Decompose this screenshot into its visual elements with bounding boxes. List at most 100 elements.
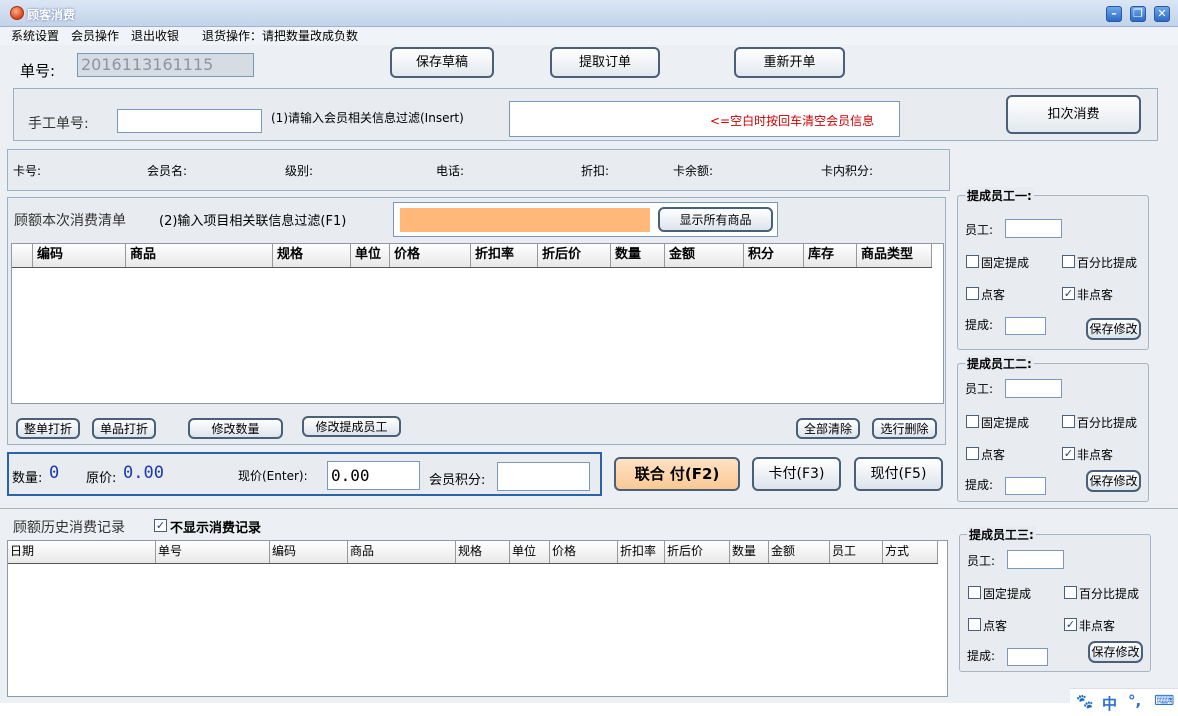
hcol-price[interactable]: 价格 — [550, 541, 618, 563]
orig-price-value: 0.00 — [123, 463, 164, 483]
member-filter-hint: <=空白时按回车清空会员信息 — [710, 114, 875, 128]
col-code[interactable]: 编码 — [33, 244, 126, 267]
history-grid-header: 日期 单号 编码 商品 规格 单位 价格 折扣率 折后价 数量 金额 员工 方式 — [8, 541, 938, 564]
staff-3-percent-checkbox[interactable] — [1064, 586, 1077, 599]
soft-keyboard-icon[interactable]: ⌨ — [1154, 693, 1174, 709]
window-title: 顾客消费 — [27, 8, 76, 22]
hcol-code[interactable]: 编码 — [270, 541, 348, 563]
menu-return-ops[interactable]: 退货操作：请把数量改成负数 — [202, 27, 358, 45]
manual-order-input[interactable] — [117, 109, 262, 133]
edit-qty-button[interactable]: 修改数量 — [188, 418, 283, 439]
staff-3-dian-checkbox[interactable] — [968, 618, 981, 631]
restore-icon[interactable]: ❐ — [1130, 6, 1146, 22]
combined-pay-button[interactable]: 联合 付(F2) — [614, 457, 740, 491]
hide-history-label: 不显示消费记录 — [170, 521, 262, 536]
staff-1-comm-input[interactable] — [1005, 317, 1046, 335]
col-product-type[interactable]: 商品类型 — [857, 244, 932, 267]
close-icon[interactable]: ✕ — [1154, 6, 1170, 22]
staff-3-fei-checkbox[interactable]: ✓ — [1064, 618, 1077, 631]
col-spec[interactable]: 规格 — [273, 244, 351, 267]
staff-1-fixed-checkbox[interactable] — [966, 255, 979, 268]
staff-3-comm-input[interactable] — [1007, 648, 1048, 666]
edit-staff-button[interactable]: 修改提成员工 — [302, 416, 401, 437]
staff-2-comm-input[interactable] — [1005, 477, 1046, 495]
hcol-discounted-price[interactable]: 折后价 — [665, 541, 730, 563]
single-discount-button[interactable]: 单品打折 — [92, 418, 156, 439]
col-unit[interactable]: 单位 — [351, 244, 390, 267]
staff-1-fei-label: 非点客 — [1077, 288, 1114, 302]
minimize-icon[interactable]: – — [1106, 6, 1122, 22]
now-price-input[interactable]: 0.00 — [327, 461, 420, 490]
items-grid[interactable]: 编码 商品 规格 单位 价格 折扣率 折后价 数量 金额 积分 库存 商品类型 — [11, 243, 944, 404]
staff-3-input[interactable] — [1007, 550, 1064, 569]
card-points-label: 卡内积分: — [821, 164, 874, 178]
card-pay-button[interactable]: 卡付(F3) — [752, 457, 841, 491]
save-draft-button[interactable]: 保存草稿 — [390, 47, 494, 78]
hcol-product[interactable]: 商品 — [348, 541, 456, 563]
staff-3-save-button[interactable]: 保存修改 — [1088, 641, 1143, 663]
staff-2-percent-checkbox[interactable] — [1062, 415, 1075, 428]
paw-icon[interactable]: 🐾 — [1076, 694, 1093, 710]
deduct-count-button[interactable]: 扣次消费 — [1006, 95, 1141, 134]
hcol-staff[interactable]: 员工 — [830, 541, 883, 563]
show-all-items-button[interactable]: 显示所有商品 — [658, 207, 773, 232]
staff-2-fixed-checkbox[interactable] — [966, 415, 979, 428]
col-discounted-price[interactable]: 折后价 — [538, 244, 611, 267]
history-grid[interactable]: 日期 单号 编码 商品 规格 单位 价格 折扣率 折后价 数量 金额 员工 方式 — [7, 540, 948, 697]
whole-discount-button[interactable]: 整单打折 — [16, 418, 80, 439]
staff-3-fixed-checkbox[interactable] — [968, 586, 981, 599]
new-order-button[interactable]: 重新开单 — [734, 47, 845, 78]
delete-selected-button[interactable]: 选行删除 — [872, 418, 937, 439]
hcol-unit[interactable]: 单位 — [510, 541, 550, 563]
row-selector-header — [12, 244, 33, 267]
manual-order-label: 手工单号: — [28, 116, 89, 132]
staff-2-dian-label: 点客 — [981, 448, 1006, 462]
hcol-spec[interactable]: 规格 — [456, 541, 510, 563]
staff-2-fei-checkbox[interactable]: ✓ — [1062, 447, 1075, 460]
staff-1-percent-checkbox[interactable] — [1062, 255, 1075, 268]
staff-1-dian-label: 点客 — [981, 288, 1006, 302]
clear-all-button[interactable]: 全部清除 — [796, 418, 860, 439]
staff-3-percent-label: 百分比提成 — [1079, 587, 1140, 601]
hcol-discount-rate[interactable]: 折扣率 — [618, 541, 665, 563]
hide-history-checkbox[interactable]: ✓ — [154, 519, 167, 532]
staff-3-fixed-label: 固定提成 — [983, 587, 1032, 601]
hcol-order-no[interactable]: 单号 — [156, 541, 270, 563]
items-filter-input[interactable] — [400, 208, 650, 232]
card-balance-label: 卡余额: — [673, 164, 714, 178]
staff-1-dian-checkbox[interactable] — [966, 287, 979, 300]
col-points[interactable]: 积分 — [744, 244, 804, 267]
hcol-amount[interactable]: 金额 — [769, 541, 830, 563]
qty-value: 0 — [49, 463, 60, 483]
order-no-field: 2016113161115 — [77, 53, 254, 77]
col-stock[interactable]: 库存 — [804, 244, 857, 267]
col-price[interactable]: 价格 — [390, 244, 471, 267]
col-qty[interactable]: 数量 — [611, 244, 665, 267]
staff-2-dian-checkbox[interactable] — [966, 447, 979, 460]
app-icon — [10, 6, 24, 20]
hcol-date[interactable]: 日期 — [8, 541, 156, 563]
fetch-order-button[interactable]: 提取订单 — [550, 47, 660, 78]
menu-exit-cashier[interactable]: 退出收银 — [131, 27, 179, 45]
col-product[interactable]: 商品 — [126, 244, 273, 267]
col-discount-rate[interactable]: 折扣率 — [471, 244, 538, 267]
cash-pay-button[interactable]: 现付(F5) — [854, 457, 943, 491]
col-amount[interactable]: 金额 — [665, 244, 744, 267]
staff-1-fei-checkbox[interactable]: ✓ — [1062, 287, 1075, 300]
title-bar: 顾客消费 – ❐ ✕ — [0, 0, 1178, 27]
staff-group-2-title: 提成员工二: — [965, 355, 1034, 372]
member-filter-label: (1)请输入会员相关信息过滤(Insert) — [271, 111, 464, 125]
staff-2-save-button[interactable]: 保存修改 — [1086, 470, 1141, 492]
staff-2-input[interactable] — [1005, 379, 1062, 398]
member-filter-input[interactable]: <=空白时按回车清空会员信息 — [509, 101, 900, 137]
member-points-input[interactable] — [497, 462, 590, 491]
ime-lang-toggle[interactable]: 中 — [1102, 693, 1117, 714]
staff-1-input[interactable] — [1005, 219, 1062, 238]
hcol-method[interactable]: 方式 — [883, 541, 938, 563]
staff-1-save-button[interactable]: 保存修改 — [1086, 318, 1141, 340]
menu-member-ops[interactable]: 会员操作 — [71, 27, 119, 45]
staff-group-3-title: 提成员工三: — [967, 526, 1036, 543]
menu-system-settings[interactable]: 系统设置 — [11, 27, 59, 45]
hcol-qty[interactable]: 数量 — [730, 541, 769, 563]
ime-punct-toggle[interactable]: °, — [1128, 692, 1141, 710]
